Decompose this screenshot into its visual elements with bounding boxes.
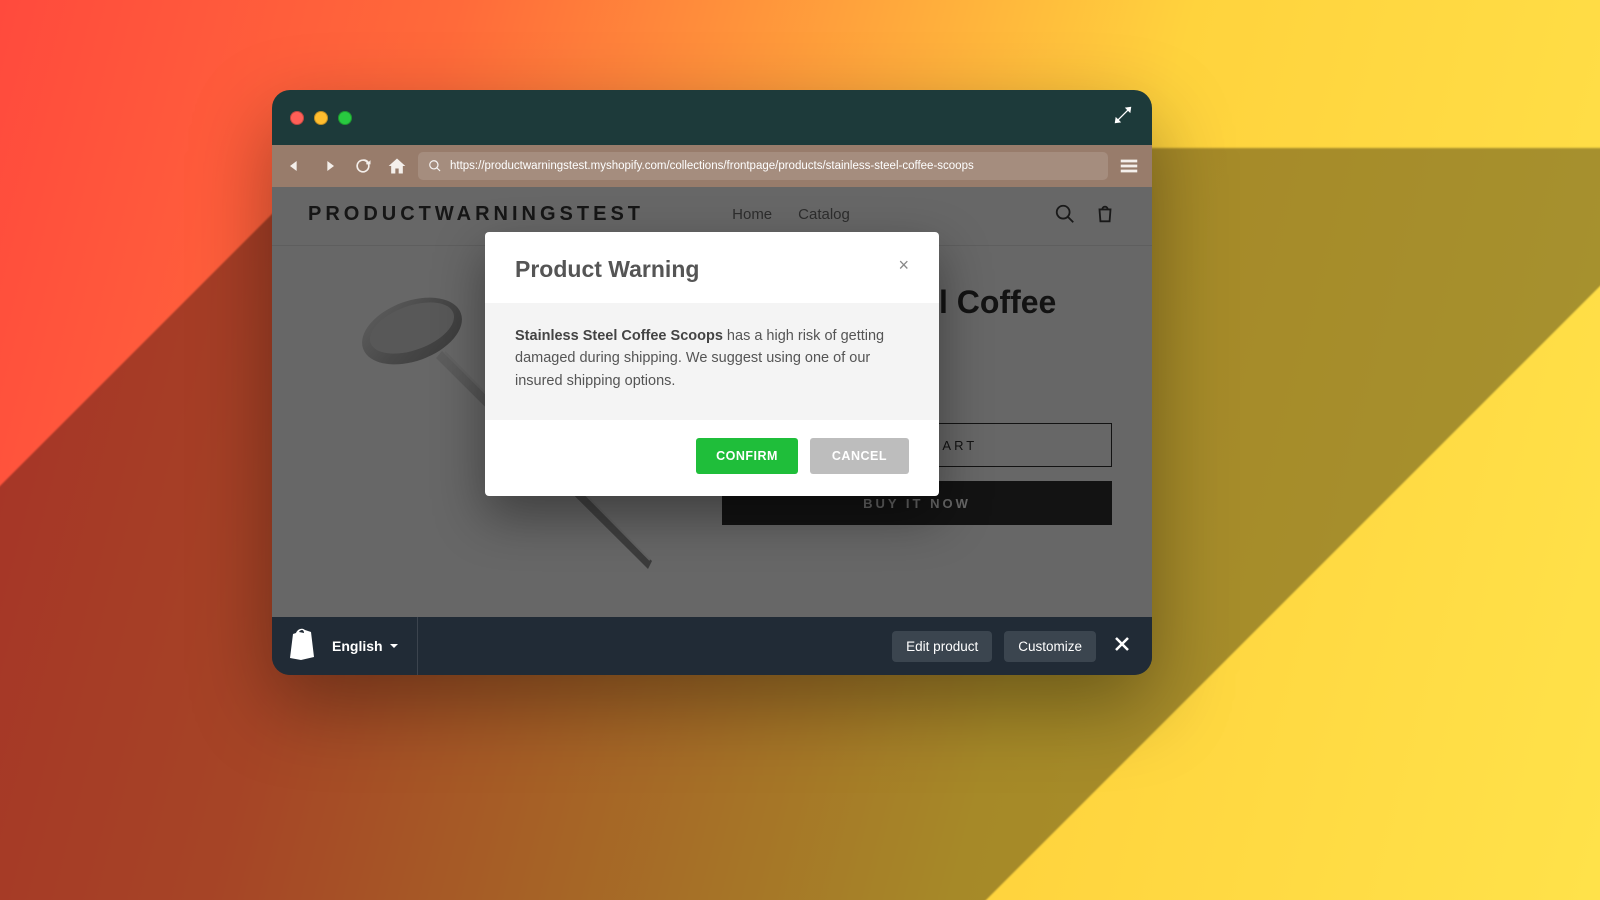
forward-button[interactable] <box>316 153 342 179</box>
search-icon <box>428 159 442 173</box>
confirm-button[interactable]: CONFIRM <box>696 438 798 474</box>
close-icon[interactable]: × <box>898 256 909 274</box>
close-admin-bar-button[interactable] <box>1108 630 1136 663</box>
expand-icon[interactable] <box>1112 104 1134 131</box>
reload-button[interactable] <box>350 153 376 179</box>
page-viewport: PRODUCTWARNINGSTEST Home Catalog <box>272 187 1152 617</box>
shopify-admin-bar: English Edit product Customize <box>272 617 1152 675</box>
modal-product-name: Stainless Steel Coffee Scoops <box>515 328 723 344</box>
modal-footer: CONFIRM CANCEL <box>485 420 939 496</box>
window-titlebar <box>272 90 1152 145</box>
close-window-button[interactable] <box>290 111 304 125</box>
modal-body: Stainless Steel Coffee Scoops has a high… <box>485 303 939 420</box>
browser-toolbar: https://productwarningstest.myshopify.co… <box>272 145 1152 187</box>
home-button[interactable] <box>384 153 410 179</box>
zoom-window-button[interactable] <box>338 111 352 125</box>
product-warning-modal: Product Warning × Stainless Steel Coffee… <box>485 232 939 496</box>
shopify-logo-icon <box>288 628 316 665</box>
window-controls <box>290 111 352 125</box>
back-button[interactable] <box>282 153 308 179</box>
customize-button[interactable]: Customize <box>1004 631 1096 662</box>
language-selector[interactable]: English <box>332 638 399 654</box>
divider <box>417 617 418 675</box>
cancel-button[interactable]: CANCEL <box>810 438 909 474</box>
language-label: English <box>332 638 383 654</box>
url-text: https://productwarningstest.myshopify.co… <box>450 160 974 172</box>
chevron-down-icon <box>389 641 399 651</box>
minimize-window-button[interactable] <box>314 111 328 125</box>
address-bar[interactable]: https://productwarningstest.myshopify.co… <box>418 152 1108 180</box>
modal-title: Product Warning <box>515 256 699 283</box>
edit-product-button[interactable]: Edit product <box>892 631 992 662</box>
browser-window: https://productwarningstest.myshopify.co… <box>272 90 1152 675</box>
menu-button[interactable] <box>1116 153 1142 179</box>
